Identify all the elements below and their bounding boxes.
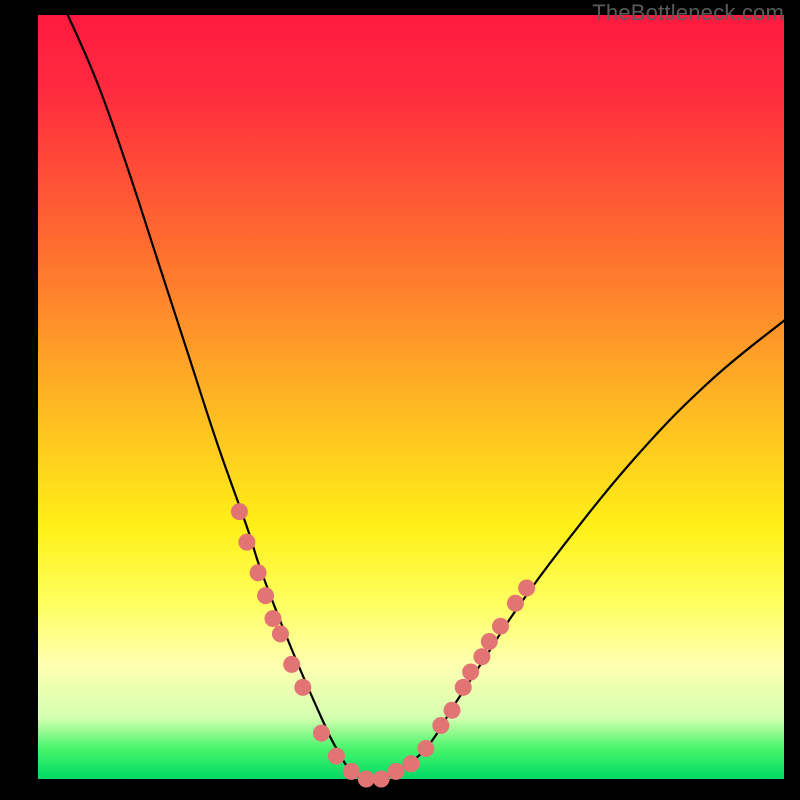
plot-area <box>38 15 784 779</box>
watermark-text: TheBottleneck.com <box>592 0 784 26</box>
chart-frame: TheBottleneck.com <box>0 0 800 800</box>
